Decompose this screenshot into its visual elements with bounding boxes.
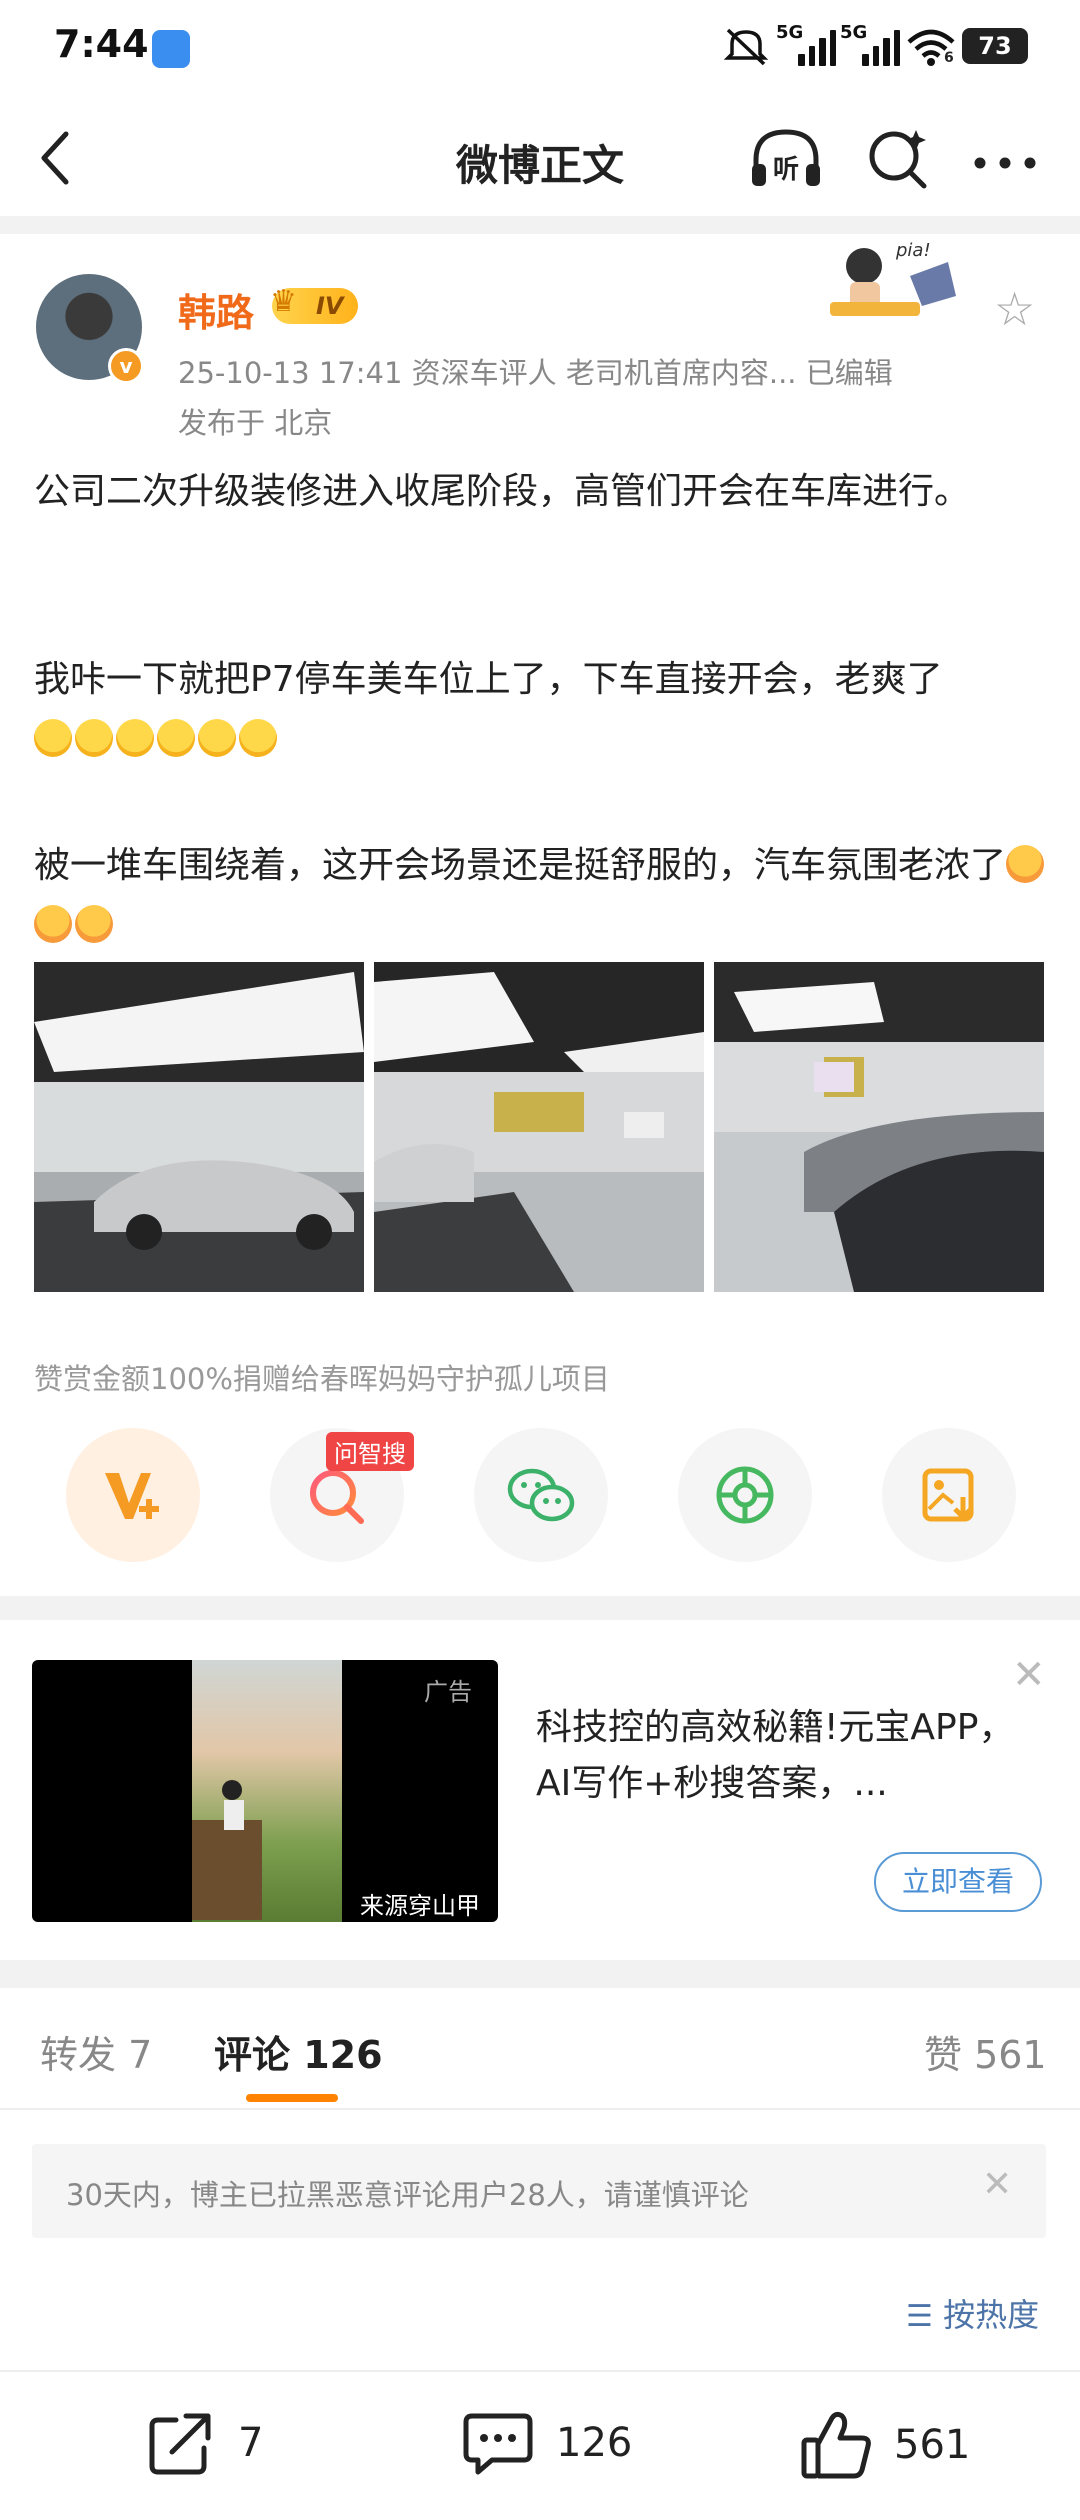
repost-button[interactable]: 7: [146, 2410, 263, 2476]
listen-icon[interactable]: 听: [748, 126, 824, 192]
smart-search-icon: [310, 1470, 364, 1524]
laugh-emoji-icon: [34, 719, 72, 757]
close-icon[interactable]: ✕: [1012, 1652, 1046, 1698]
share-wechat-button[interactable]: [474, 1428, 608, 1562]
notification-app-icon: [152, 30, 190, 68]
smart-search-badge: 问智搜: [326, 1432, 414, 1471]
tab-repost[interactable]: 转发 7: [40, 2024, 152, 2079]
post-image-3[interactable]: [714, 962, 1044, 1292]
ad-source: 来源穿山甲: [360, 1892, 480, 1920]
post-paragraph-2-text: 我咔一下就把P7停车美车位上了，下车直接开会，老爽了: [34, 659, 943, 700]
post-meta: 25-10-13 17:41 资深车评人 老司机首席内容... 已编辑: [178, 356, 893, 390]
sticker-decoration-icon: pia!: [830, 240, 956, 316]
status-bar: 7:44 5G 5G 6 73: [0, 0, 1080, 96]
reward-button[interactable]: [66, 1428, 200, 1562]
post-paragraph-2: 我咔一下就把P7停车美车位上了，下车直接开会，老爽了: [34, 650, 1054, 770]
sort-icon: ☰: [906, 2299, 933, 2334]
laugh-emoji-icon: [75, 719, 113, 757]
moments-icon: [716, 1466, 774, 1524]
post-location: 发布于 北京: [178, 406, 333, 440]
crown-icon: ♛: [270, 284, 297, 319]
blush-emoji-icon: [239, 719, 277, 757]
verified-badge-icon: v: [108, 348, 144, 384]
kiss-emoji-icon: [34, 905, 72, 943]
sort-label: 按热度: [943, 2296, 1040, 2334]
smart-search-icon[interactable]: [866, 126, 930, 190]
donate-notice: 赞赏金额100%捐赠给春晖妈妈守护孤儿项目: [34, 1362, 610, 1396]
comment-button[interactable]: 126: [462, 2410, 632, 2476]
signal-2: 5G: [840, 22, 900, 66]
signal-1: 5G: [776, 22, 836, 66]
comment-notice-text: 30天内，博主已拉黑恶意评论用户28人，请谨慎评论: [66, 2178, 749, 2212]
like-button[interactable]: 561: [800, 2410, 970, 2480]
sort-button[interactable]: ☰ 按热度: [906, 2290, 1039, 2336]
svg-text:听: 听: [773, 155, 799, 185]
comment-icon: [463, 2413, 533, 2475]
author-name[interactable]: 韩路: [178, 282, 254, 337]
close-icon[interactable]: ✕: [982, 2164, 1012, 2205]
tab-like[interactable]: 赞 561: [924, 2024, 1047, 2079]
tab-comment[interactable]: 评论 126: [214, 2024, 383, 2079]
blush-emoji-icon: [198, 719, 236, 757]
save-image-icon: [922, 1468, 974, 1522]
svg-text:pia!: pia!: [895, 240, 931, 261]
member-level-text: IV: [316, 292, 344, 320]
ad-tag: 广告: [424, 1678, 472, 1706]
save-image-button[interactable]: [882, 1428, 1016, 1562]
like-count: 561: [894, 2422, 971, 2468]
share-moments-button[interactable]: [678, 1428, 812, 1562]
reward-icon: [105, 1473, 159, 1519]
active-tab-indicator: [246, 2094, 338, 2102]
post-image-2[interactable]: [374, 962, 704, 1292]
post-image-1[interactable]: [34, 962, 364, 1292]
repost-count: 7: [238, 2420, 264, 2466]
status-time: 7:44: [54, 22, 149, 66]
ad-cta-button[interactable]: 立即查看: [874, 1852, 1042, 1912]
nav-bar: 微博正文 听: [0, 96, 1080, 216]
like-icon: [801, 2411, 871, 2479]
divider: [0, 1596, 1080, 1620]
blush-emoji-icon: [157, 719, 195, 757]
post-paragraph-3-text: 被一堆车围绕着，这开会场景还是挺舒服的，汽车氛围老浓了: [34, 845, 1007, 886]
divider: [0, 216, 1080, 234]
comment-count: 126: [556, 2420, 633, 2466]
mute-icon: [724, 28, 768, 66]
kiss-emoji-icon: [75, 905, 113, 943]
star-icon[interactable]: ☆: [994, 282, 1035, 336]
divider: [0, 2108, 1080, 2110]
laugh-emoji-icon: [116, 719, 154, 757]
divider: [0, 1960, 1080, 1988]
post-paragraph-3: 被一堆车围绕着，这开会场景还是挺舒服的，汽车氛围老浓了: [34, 836, 1054, 956]
ad-title[interactable]: 科技控的高效秘籍!元宝APP，AI写作+秒搜答案，...: [536, 1700, 1046, 1812]
battery-indicator: 73: [962, 28, 1028, 64]
repost-icon: [149, 2413, 211, 2475]
kiss-emoji-icon: [1006, 845, 1045, 883]
wechat-icon: [507, 1468, 575, 1522]
more-icon[interactable]: [974, 154, 1036, 169]
ad-photo: [192, 1660, 342, 1922]
wifi-standard: 6: [944, 50, 954, 66]
post-paragraph-1: 公司二次升级装修进入收尾阶段，高管们开会在车库进行。: [34, 471, 971, 512]
